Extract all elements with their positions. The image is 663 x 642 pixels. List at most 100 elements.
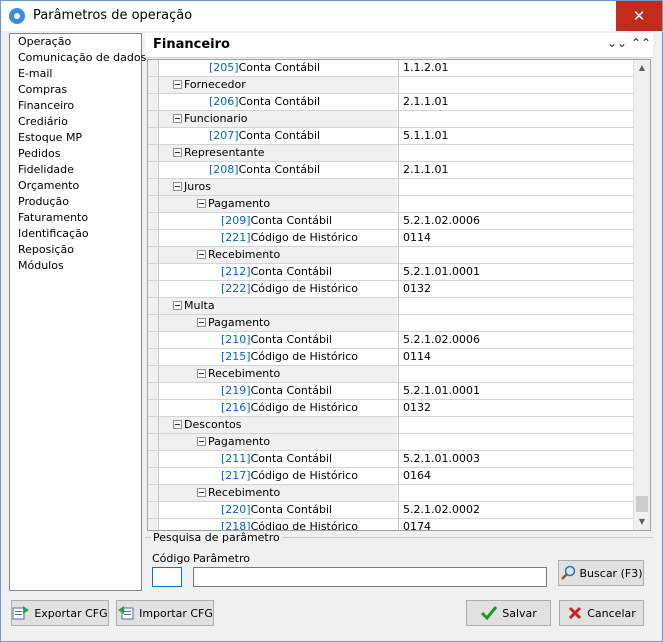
save-button[interactable]: Salvar <box>466 600 551 626</box>
tree-group-row[interactable]: Pagamento <box>148 196 639 213</box>
expand-all-icon[interactable]: ⌃⌃ <box>631 36 651 50</box>
param-value-cell[interactable]: 0164 <box>398 468 639 484</box>
param-value-cell[interactable]: 2.1.1.01 <box>398 162 639 178</box>
param-name-cell: [208]Conta Contábil <box>159 162 397 178</box>
nav-item[interactable]: E-mail <box>10 66 141 82</box>
nav-item[interactable]: Financeiro <box>10 98 141 114</box>
scroll-up-icon[interactable]: ▲ <box>634 60 650 76</box>
nav-item[interactable]: Comunicação de dados <box>10 50 146 66</box>
code-input[interactable] <box>152 567 182 587</box>
param-label: Juros <box>184 180 211 193</box>
collapse-toggle-icon[interactable] <box>173 80 182 89</box>
param-value-cell[interactable]: 0114 <box>398 230 639 246</box>
tree-param-row[interactable]: [217]Código de Histórico 0164 <box>148 468 639 485</box>
tree-param-row[interactable]: [220]Conta Contábil 5.2.1.02.0002 <box>148 502 639 519</box>
collapse-toggle-icon[interactable] <box>197 318 206 327</box>
search-button[interactable]: Buscar (F3) <box>558 560 644 586</box>
tree-group-row[interactable]: Recebimento <box>148 247 639 264</box>
scroll-down-icon[interactable]: ▼ <box>634 514 650 530</box>
collapse-toggle-icon[interactable] <box>197 369 206 378</box>
collapse-toggle-icon[interactable] <box>197 488 206 497</box>
import-cfg-button[interactable]: Importar CFG <box>116 600 214 626</box>
nav-item[interactable]: Produção <box>10 194 141 210</box>
param-value-cell[interactable]: 5.2.1.01.0001 <box>398 383 639 399</box>
export-cfg-button[interactable]: Exportar CFG <box>11 600 109 626</box>
param-name-cell: Descontos <box>159 417 397 433</box>
tree-param-row[interactable]: [222]Código de Histórico 0132 <box>148 281 639 298</box>
collapse-all-icon[interactable]: ⌄⌄ <box>607 36 627 50</box>
tree-group-row[interactable]: Representante <box>148 145 639 162</box>
collapse-toggle-icon[interactable] <box>173 301 182 310</box>
nav-item[interactable]: Módulos <box>10 258 141 274</box>
tree-param-row[interactable]: [218]Código de Histórico 0174 <box>148 519 639 530</box>
param-value-cell[interactable]: 0132 <box>398 400 639 416</box>
param-value-cell[interactable]: 1.1.2.01 <box>398 60 639 76</box>
tree-group-row[interactable]: Fornecedor <box>148 77 639 94</box>
export-cfg-label: Exportar CFG <box>34 606 108 620</box>
tree-group-row[interactable]: Multa <box>148 298 639 315</box>
nav-item[interactable]: Estoque MP <box>10 130 141 146</box>
tree-param-row[interactable]: [208]Conta Contábil 2.1.1.01 <box>148 162 639 179</box>
row-indicator <box>148 281 159 297</box>
vertical-scrollbar[interactable]: ▲ ▼ <box>633 60 650 530</box>
tree-param-row[interactable]: [215]Código de Histórico 0114 <box>148 349 639 366</box>
collapse-toggle-icon[interactable] <box>173 148 182 157</box>
nav-item[interactable]: Pedidos <box>10 146 141 162</box>
row-indicator <box>148 264 159 280</box>
close-button[interactable]: ✕ <box>616 1 662 31</box>
tree-param-row[interactable]: [205]Conta Contábil 1.1.2.01 <box>148 60 639 77</box>
tree-group-row[interactable]: Funcionario <box>148 111 639 128</box>
tree-param-row[interactable]: [216]Código de Histórico 0132 <box>148 400 639 417</box>
collapse-toggle-icon[interactable] <box>173 114 182 123</box>
tree-param-row[interactable]: [219]Conta Contábil 5.2.1.01.0001 <box>148 383 639 400</box>
param-value-cell[interactable]: 0114 <box>398 349 639 365</box>
tree-group-row[interactable]: Recebimento <box>148 485 639 502</box>
nav-item[interactable]: Faturamento <box>10 210 141 226</box>
scroll-thumb[interactable] <box>636 496 648 512</box>
nav-item[interactable]: Fidelidade <box>10 162 141 178</box>
tree-group-row[interactable]: Pagamento <box>148 434 639 451</box>
collapse-toggle-icon[interactable] <box>173 182 182 191</box>
cancel-button[interactable]: Cancelar <box>559 600 644 626</box>
param-value-cell[interactable]: 2.1.1.01 <box>398 94 639 110</box>
param-input[interactable] <box>193 567 547 587</box>
nav-item[interactable]: Identificação <box>10 226 141 242</box>
param-value-cell[interactable]: 0132 <box>398 281 639 297</box>
tree-group-row[interactable]: Descontos <box>148 417 639 434</box>
param-label: Pagamento <box>208 316 271 329</box>
tree-param-row[interactable]: [210]Conta Contábil 5.2.1.02.0006 <box>148 332 639 349</box>
param-value-cell[interactable]: 5.2.1.02.0002 <box>398 502 639 518</box>
tree-param-row[interactable]: [207]Conta Contábil 5.1.1.01 <box>148 128 639 145</box>
category-list[interactable]: Operação Comunicação de dados E-mail Compra… <box>9 33 146 591</box>
tree-param-row[interactable]: [212]Conta Contábil 5.2.1.01.0001 <box>148 264 639 281</box>
param-value-cell[interactable]: 5.2.1.02.0006 <box>398 332 639 348</box>
param-name-cell: Pagamento <box>159 196 397 212</box>
param-value-cell[interactable]: 5.1.1.01 <box>398 128 639 144</box>
tree-param-row[interactable]: [211]Conta Contábil 5.2.1.01.0003 <box>148 451 639 468</box>
collapse-toggle-icon[interactable] <box>197 199 206 208</box>
parameter-grid[interactable]: [205]Conta Contábil 1.1.2.01 Fornecedor [20… <box>147 59 651 531</box>
param-name-cell: [219]Conta Contábil <box>159 383 397 399</box>
collapse-toggle-icon[interactable] <box>197 250 206 259</box>
param-value-cell[interactable]: 5.2.1.01.0001 <box>398 264 639 280</box>
row-indicator <box>148 94 159 110</box>
nav-item[interactable]: Crediário <box>10 114 141 130</box>
nav-item[interactable]: Operação <box>10 34 141 50</box>
collapse-toggle-icon[interactable] <box>197 437 206 446</box>
tree-param-row[interactable]: [221]Código de Histórico 0114 <box>148 230 639 247</box>
nav-item[interactable]: Compras <box>10 82 141 98</box>
param-value-cell[interactable]: 5.2.1.02.0006 <box>398 213 639 229</box>
tree-group-row[interactable]: Recebimento <box>148 366 639 383</box>
tree-param-row[interactable]: [209]Conta Contábil 5.2.1.02.0006 <box>148 213 639 230</box>
nav-item[interactable]: Reposição <box>10 242 141 258</box>
param-value-cell <box>398 77 639 93</box>
row-indicator <box>148 230 159 246</box>
tree-param-row[interactable]: [206]Conta Contábil 2.1.1.01 <box>148 94 639 111</box>
nav-item[interactable]: Orçamento <box>10 178 141 194</box>
tree-group-row[interactable]: Pagamento <box>148 315 639 332</box>
collapse-toggle-icon[interactable] <box>173 420 182 429</box>
tree-group-row[interactable]: Juros <box>148 179 639 196</box>
param-value-cell[interactable]: 5.2.1.01.0003 <box>398 451 639 467</box>
param-code: [221] <box>221 231 251 244</box>
param-value-cell[interactable]: 0174 <box>398 519 639 530</box>
